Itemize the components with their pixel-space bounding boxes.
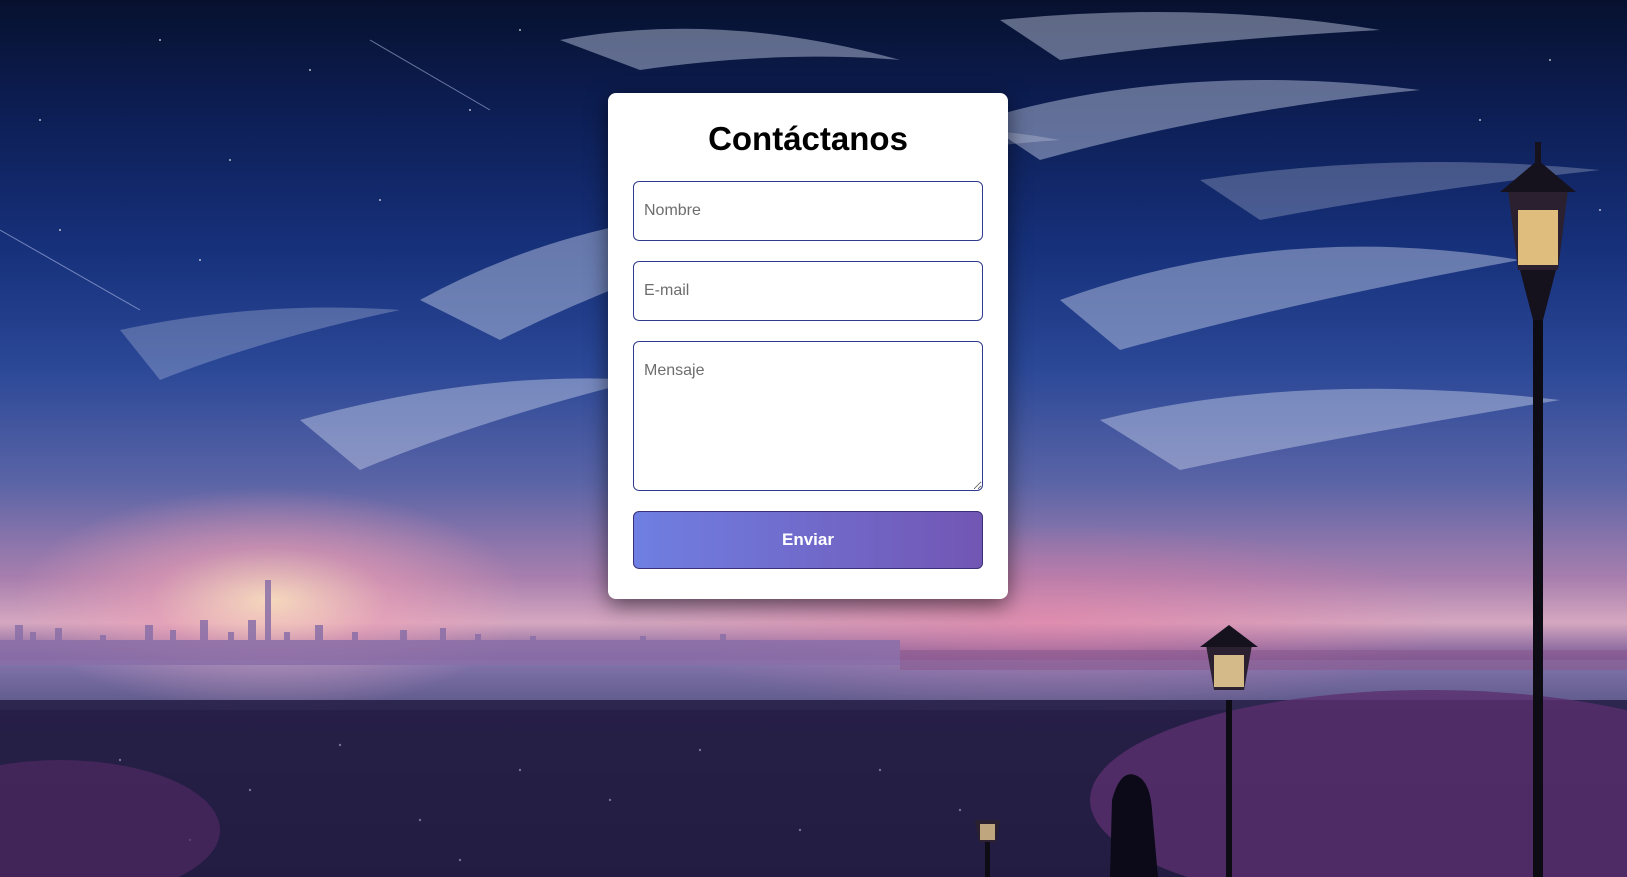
email-input[interactable] — [633, 261, 983, 321]
message-textarea[interactable] — [633, 341, 983, 491]
form-title: Contáctanos — [708, 120, 908, 157]
contact-form-card: Contáctanos Enviar — [608, 93, 1008, 599]
name-input[interactable] — [633, 181, 983, 241]
moon-icon — [85, 54, 104, 72]
submit-button[interactable]: Enviar — [633, 511, 983, 569]
